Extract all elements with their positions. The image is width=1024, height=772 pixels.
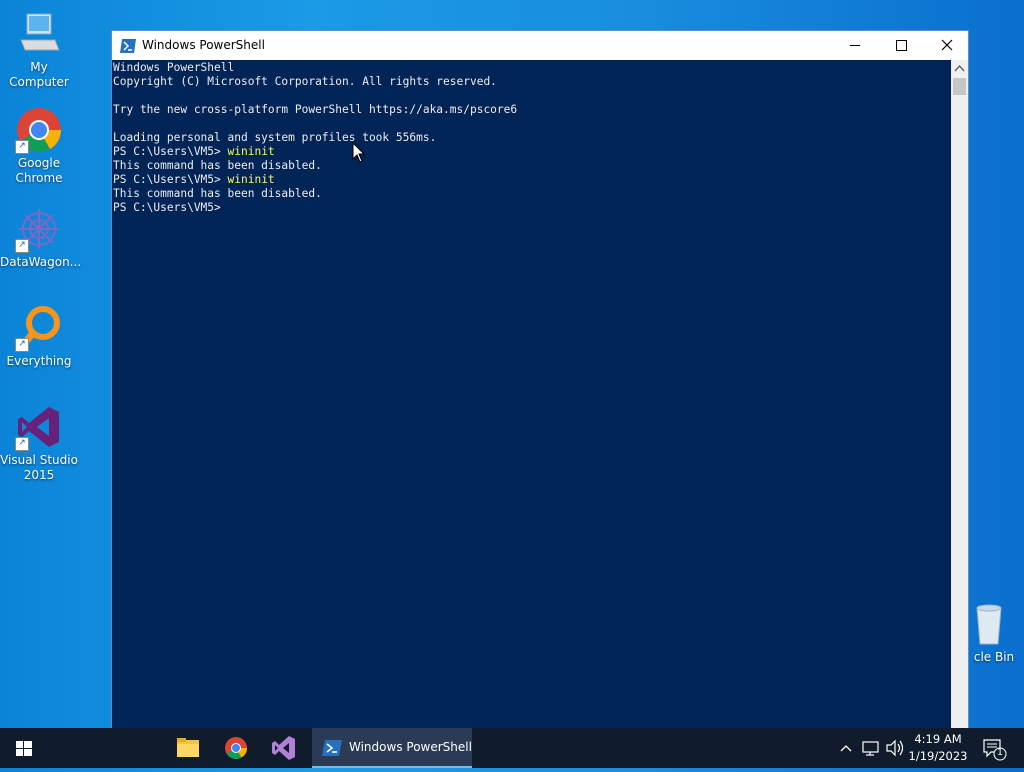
desktop-icon-label: Google Chrome [15, 156, 63, 185]
clock-time: 4:19 AM [914, 732, 962, 746]
desktop-icon-my-computer[interactable]: My Computer [0, 10, 78, 90]
datawagon-icon: ↗ [15, 205, 63, 253]
desktop-icon-datawagon[interactable]: ↗ DataWagon... [0, 205, 82, 270]
notification-icon [983, 739, 1007, 761]
network-tray-button[interactable] [860, 728, 882, 768]
shortcut-arrow-icon: ↗ [15, 140, 29, 154]
everything-icon: ↗ [15, 304, 63, 352]
desktop-icon-label: Visual Studio 2015 [0, 453, 78, 482]
scroll-up-button[interactable] [951, 60, 968, 77]
console-line: Try the new cross-platform PowerShell ht… [113, 103, 518, 116]
minimize-icon [850, 45, 860, 46]
notification-count-badge: 1 [997, 748, 1003, 758]
folder-icon [177, 738, 199, 757]
chevron-up-icon [840, 745, 852, 752]
chrome-icon: ↗ [15, 106, 63, 154]
shortcut-arrow-icon: ↗ [15, 437, 29, 451]
console-prompt: PS C:\Users\VM5> [113, 145, 228, 158]
clock-tray-button[interactable]: 4:19 AM 1/19/2023 [903, 728, 973, 768]
console-command: wininit [227, 145, 275, 158]
powershell-icon [322, 740, 342, 760]
minimize-button[interactable] [832, 31, 878, 60]
console-output[interactable]: Windows PowerShell Copyright (C) Microso… [112, 60, 952, 729]
desktop-icon-google-chrome[interactable]: ↗ Google Chrome [0, 106, 78, 186]
desktop-icon-label: DataWagon... [0, 255, 82, 269]
close-icon [941, 39, 953, 51]
powershell-icon [120, 38, 136, 53]
console-line: Copyright (C) Microsoft Corporation. All… [113, 75, 497, 88]
shortcut-arrow-icon: ↗ [15, 239, 29, 253]
scroll-thumb[interactable] [953, 78, 966, 95]
taskbar-chrome[interactable] [212, 728, 260, 768]
console-prompt-line: PS C:\Users\VM5> wininit [113, 145, 275, 159]
console-prompt-line: PS C:\Users\VM5> wininit [113, 173, 275, 187]
taskbar-app-label: Windows PowerShell [349, 740, 472, 754]
window-titlebar[interactable]: Windows PowerShell [112, 31, 968, 60]
desktop-icon-label: Everything [6, 354, 72, 368]
shortcut-arrow-icon: ↗ [15, 338, 29, 352]
console-line: Loading personal and system profiles too… [113, 131, 437, 144]
visual-studio-icon: ↗ [15, 403, 63, 451]
console-prompt: PS C:\Users\VM5> [113, 173, 228, 186]
taskbar-file-explorer[interactable] [164, 728, 212, 768]
action-center-button[interactable]: 1 [980, 728, 1010, 768]
console-line: This command has been disabled. [113, 187, 322, 200]
window-title: Windows PowerShell [142, 38, 265, 52]
taskbar: Windows PowerShell 4:19 AM 1/19/2023 1 [0, 728, 1024, 768]
desktop-icon-label: My Computer [9, 60, 69, 89]
clock-date: 1/19/2023 [908, 749, 968, 763]
mouse-pointer-icon [352, 141, 366, 164]
taskbar-visual-studio[interactable] [260, 728, 308, 768]
console-command: wininit [227, 173, 275, 186]
console-line: Windows PowerShell [113, 61, 235, 74]
console-prompt: PS C:\Users\VM5> [113, 201, 221, 214]
chrome-icon [225, 737, 247, 759]
taskbar-windows-powershell[interactable]: Windows PowerShell [312, 728, 472, 768]
powershell-window[interactable]: Windows PowerShell Windows PowerShell Co… [111, 30, 969, 730]
start-button[interactable] [0, 728, 48, 768]
chevron-up-icon [954, 64, 965, 72]
maximize-button[interactable] [878, 31, 924, 60]
console-line: This command has been disabled. [113, 159, 322, 172]
network-icon [862, 741, 879, 756]
vertical-scrollbar[interactable] [951, 60, 968, 729]
console-prompt-line[interactable]: PS C:\Users\VM5> [113, 201, 221, 215]
windows-logo-icon [16, 741, 32, 756]
desktop-icon-visual-studio-2015[interactable]: ↗ Visual Studio 2015 [0, 403, 78, 483]
close-button[interactable] [924, 31, 970, 60]
show-hidden-icons-button[interactable] [836, 728, 856, 768]
computer-icon [15, 10, 63, 58]
visual-studio-icon [272, 736, 295, 760]
desktop-icon-everything[interactable]: ↗ Everything [0, 304, 78, 369]
maximize-icon [896, 40, 907, 51]
